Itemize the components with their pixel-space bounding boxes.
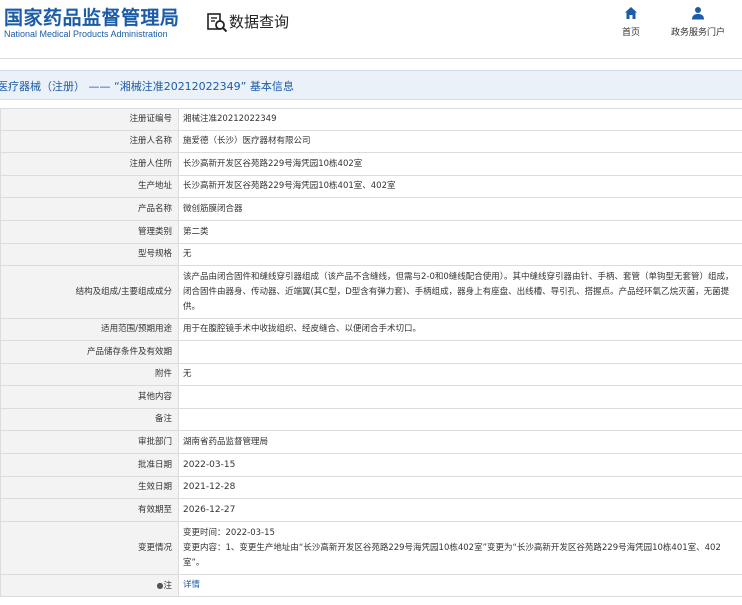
table-row: 附件 无 <box>0 363 742 386</box>
site-logo-cn[interactable]: 国家药品监督管理局 <box>4 3 180 30</box>
row-label: 注册人住所 <box>0 152 179 176</box>
home-icon <box>625 7 637 19</box>
row-label: 备注 <box>0 408 179 431</box>
table-row: 生效日期 2021-12-28 <box>0 476 742 499</box>
row-label: 管理类别 <box>0 220 179 244</box>
row-label: 产品储存条件及有效期 <box>0 340 179 364</box>
table-row: ●注 详情 <box>0 574 742 597</box>
table-row: 管理类别 第二类 <box>0 220 742 244</box>
row-value: 2021-12-28 <box>178 476 742 499</box>
table-row: 产品储存条件及有效期 <box>0 340 742 364</box>
row-value: 长沙高新开发区谷苑路229号海凭园10栋401室、402室 <box>178 175 742 198</box>
row-label: 型号规格 <box>0 243 179 266</box>
row-value: 无 <box>178 243 742 266</box>
page-title: 医疗器械（注册） —— “湘械注准20212022349” 基本信息 <box>0 80 294 93</box>
row-label: 附件 <box>0 363 179 386</box>
row-label: 其他内容 <box>0 385 179 409</box>
row-label: 生效日期 <box>0 476 179 499</box>
row-value: 2026-12-27 <box>178 498 742 522</box>
row-value: 湘械注准20212022349 <box>178 108 742 131</box>
row-label: 有效期至 <box>0 498 179 522</box>
row-value: 第二类 <box>178 220 742 244</box>
row-value: 用于在腹腔镜手术中收拢组织、经皮缝合、以便闭合手术切口。 <box>178 318 742 341</box>
row-label: 结构及组成/主要组成成分 <box>0 265 179 319</box>
table-row: 审批部门 湖南省药品监督管理局 <box>0 430 742 454</box>
row-value: 详情 <box>178 574 742 597</box>
table-row: 备注 <box>0 408 742 431</box>
row-value: 变更时间：2022-03-15 变更内容：1、变更生产地址由“长沙高新开发区谷苑… <box>178 521 742 575</box>
row-value <box>178 340 742 364</box>
note-label: 注 <box>163 580 172 591</box>
user-icon <box>692 7 704 20</box>
table-row: 注册证编号 湘械注准20212022349 <box>0 108 742 131</box>
details-link[interactable]: 详情 <box>183 580 200 590</box>
row-value: 施爱德（长沙）医疗器材有限公司 <box>178 130 742 153</box>
table-row: 注册人住所 长沙高新开发区谷苑路229号海凭园10栋402室 <box>0 152 742 176</box>
header-divider <box>0 58 742 59</box>
nav-home-button[interactable]: 首页 <box>617 6 645 38</box>
row-label: 批准日期 <box>0 453 179 477</box>
row-label: 生产地址 <box>0 175 179 198</box>
table-row: 产品名称 微创筋膜闭合器 <box>0 197 742 221</box>
search-document-icon <box>207 13 228 33</box>
data-query-label: 数据查询 <box>229 13 290 31</box>
nav-home-label: 首页 <box>621 28 640 38</box>
row-value <box>178 385 742 409</box>
row-label: 注册人名称 <box>0 130 179 153</box>
row-label: 产品名称 <box>0 197 179 221</box>
row-value <box>178 408 742 431</box>
table-row: 批准日期 2022-03-15 <box>0 453 742 477</box>
table-row: 型号规格 无 <box>0 243 742 266</box>
row-value: 微创筋膜闭合器 <box>178 197 742 221</box>
row-label: ●注 <box>0 574 179 597</box>
table-row: 生产地址 长沙高新开发区谷苑路229号海凭园10栋401室、402室 <box>0 175 742 198</box>
table-row: 结构及组成/主要组成成分 该产品由闭合固件和缝线穿引器组成（该产品不含缝线，但需… <box>0 265 742 319</box>
record-title-bar: 医疗器械（注册） —— “湘械注准20212022349” 基本信息 <box>0 70 742 100</box>
site-header: 国家药品监督管理局 National Medical Products Admi… <box>0 0 742 56</box>
row-value: 该产品由闭合固件和缝线穿引器组成（该产品不含缝线，但需与2-0和0缝线配合使用）… <box>178 265 742 319</box>
row-value: 长沙高新开发区谷苑路229号海凭园10栋402室 <box>178 152 742 176</box>
nav-portal-label: 政务服务门户 <box>670 28 725 38</box>
table-row: 适用范围/预期用途 用于在腹腔镜手术中收拢组织、经皮缝合、以便闭合手术切口。 <box>0 318 742 341</box>
change-content: 变更内容：1、变更生产地址由“长沙高新开发区谷苑路229号海凭园10栋402室”… <box>183 542 721 568</box>
row-value: 无 <box>178 363 742 386</box>
row-label: 变更情况 <box>0 521 179 575</box>
table-row: 注册人名称 施爱德（长沙）医疗器材有限公司 <box>0 130 742 153</box>
nav-portal-button[interactable]: 政务服务门户 <box>666 6 730 38</box>
site-logo-en[interactable]: National Medical Products Administration <box>4 29 168 39</box>
row-value: 2022-03-15 <box>178 453 742 477</box>
row-value: 湖南省药品监督管理局 <box>178 430 742 454</box>
change-time: 变更时间：2022-03-15 <box>183 527 275 538</box>
row-label: 适用范围/预期用途 <box>0 318 179 341</box>
table-row: 变更情况 变更时间：2022-03-15 变更内容：1、变更生产地址由“长沙高新… <box>0 521 742 575</box>
row-label: 注册证编号 <box>0 108 179 131</box>
record-detail-table: 注册证编号 湘械注准20212022349 注册人名称 施爱德（长沙）医疗器材有… <box>0 108 742 597</box>
table-row: 有效期至 2026-12-27 <box>0 498 742 522</box>
table-row: 其他内容 <box>0 385 742 409</box>
row-label: 审批部门 <box>0 430 179 454</box>
